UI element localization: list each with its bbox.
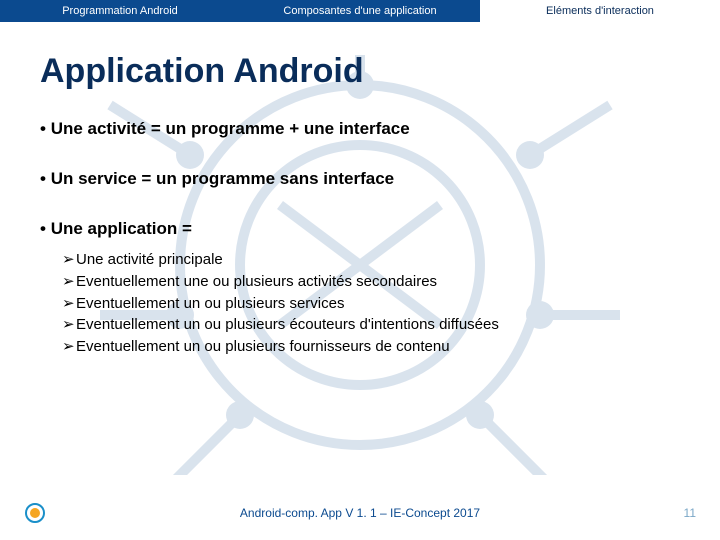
arrow-icon: ➢	[62, 293, 76, 315]
arrow-icon: ➢	[62, 314, 76, 336]
sub-bullet-text: Eventuellement une ou plusieurs activité…	[76, 273, 437, 290]
sub-bullet-item: ➢Eventuellement une ou plusieurs activit…	[62, 271, 680, 293]
tab-elements-interaction[interactable]: Eléments d'interaction	[480, 0, 720, 22]
arrow-icon: ➢	[62, 336, 76, 358]
slide-content: Application Android Une activité = un pr…	[0, 22, 720, 358]
sub-bullet-item: ➢Eventuellement un ou plusieurs écouteur…	[62, 314, 680, 336]
sub-bullet-list: ➢Une activité principale ➢Eventuellement…	[62, 249, 680, 358]
bullet-list: Une activité = un programme + une interf…	[40, 119, 680, 358]
sub-bullet-item: ➢Eventuellement un ou plusieurs fourniss…	[62, 336, 680, 358]
sub-bullet-text: Une activité principale	[76, 251, 223, 268]
arrow-icon: ➢	[62, 249, 76, 271]
tab-composantes-application[interactable]: Composantes d'une application	[240, 0, 480, 22]
slide-title: Application Android	[40, 52, 680, 91]
arrow-icon: ➢	[62, 271, 76, 293]
sub-bullet-text: Eventuellement un ou plusieurs services	[76, 295, 344, 312]
sub-bullet-text: Eventuellement un ou plusieurs écouteurs…	[76, 316, 499, 333]
bullet-text: Une application =	[51, 219, 192, 238]
tab-bar: Programmation Android Composantes d'une …	[0, 0, 720, 22]
sub-bullet-item: ➢Une activité principale	[62, 249, 680, 271]
sub-bullet-item: ➢Eventuellement un ou plusieurs services	[62, 293, 680, 315]
slide: Programmation Android Composantes d'une …	[0, 0, 720, 540]
tab-programmation-android[interactable]: Programmation Android	[0, 0, 240, 22]
bullet-item: Un service = un programme sans interface	[40, 169, 680, 189]
bullet-item: Une activité = un programme + une interf…	[40, 119, 680, 139]
bullet-item: Une application = ➢Une activité principa…	[40, 219, 680, 358]
sub-bullet-text: Eventuellement un ou plusieurs fournisse…	[76, 338, 450, 355]
footer-text: Android-comp. App V 1. 1 – IE-Concept 20…	[0, 506, 720, 520]
page-number: 11	[684, 506, 696, 520]
